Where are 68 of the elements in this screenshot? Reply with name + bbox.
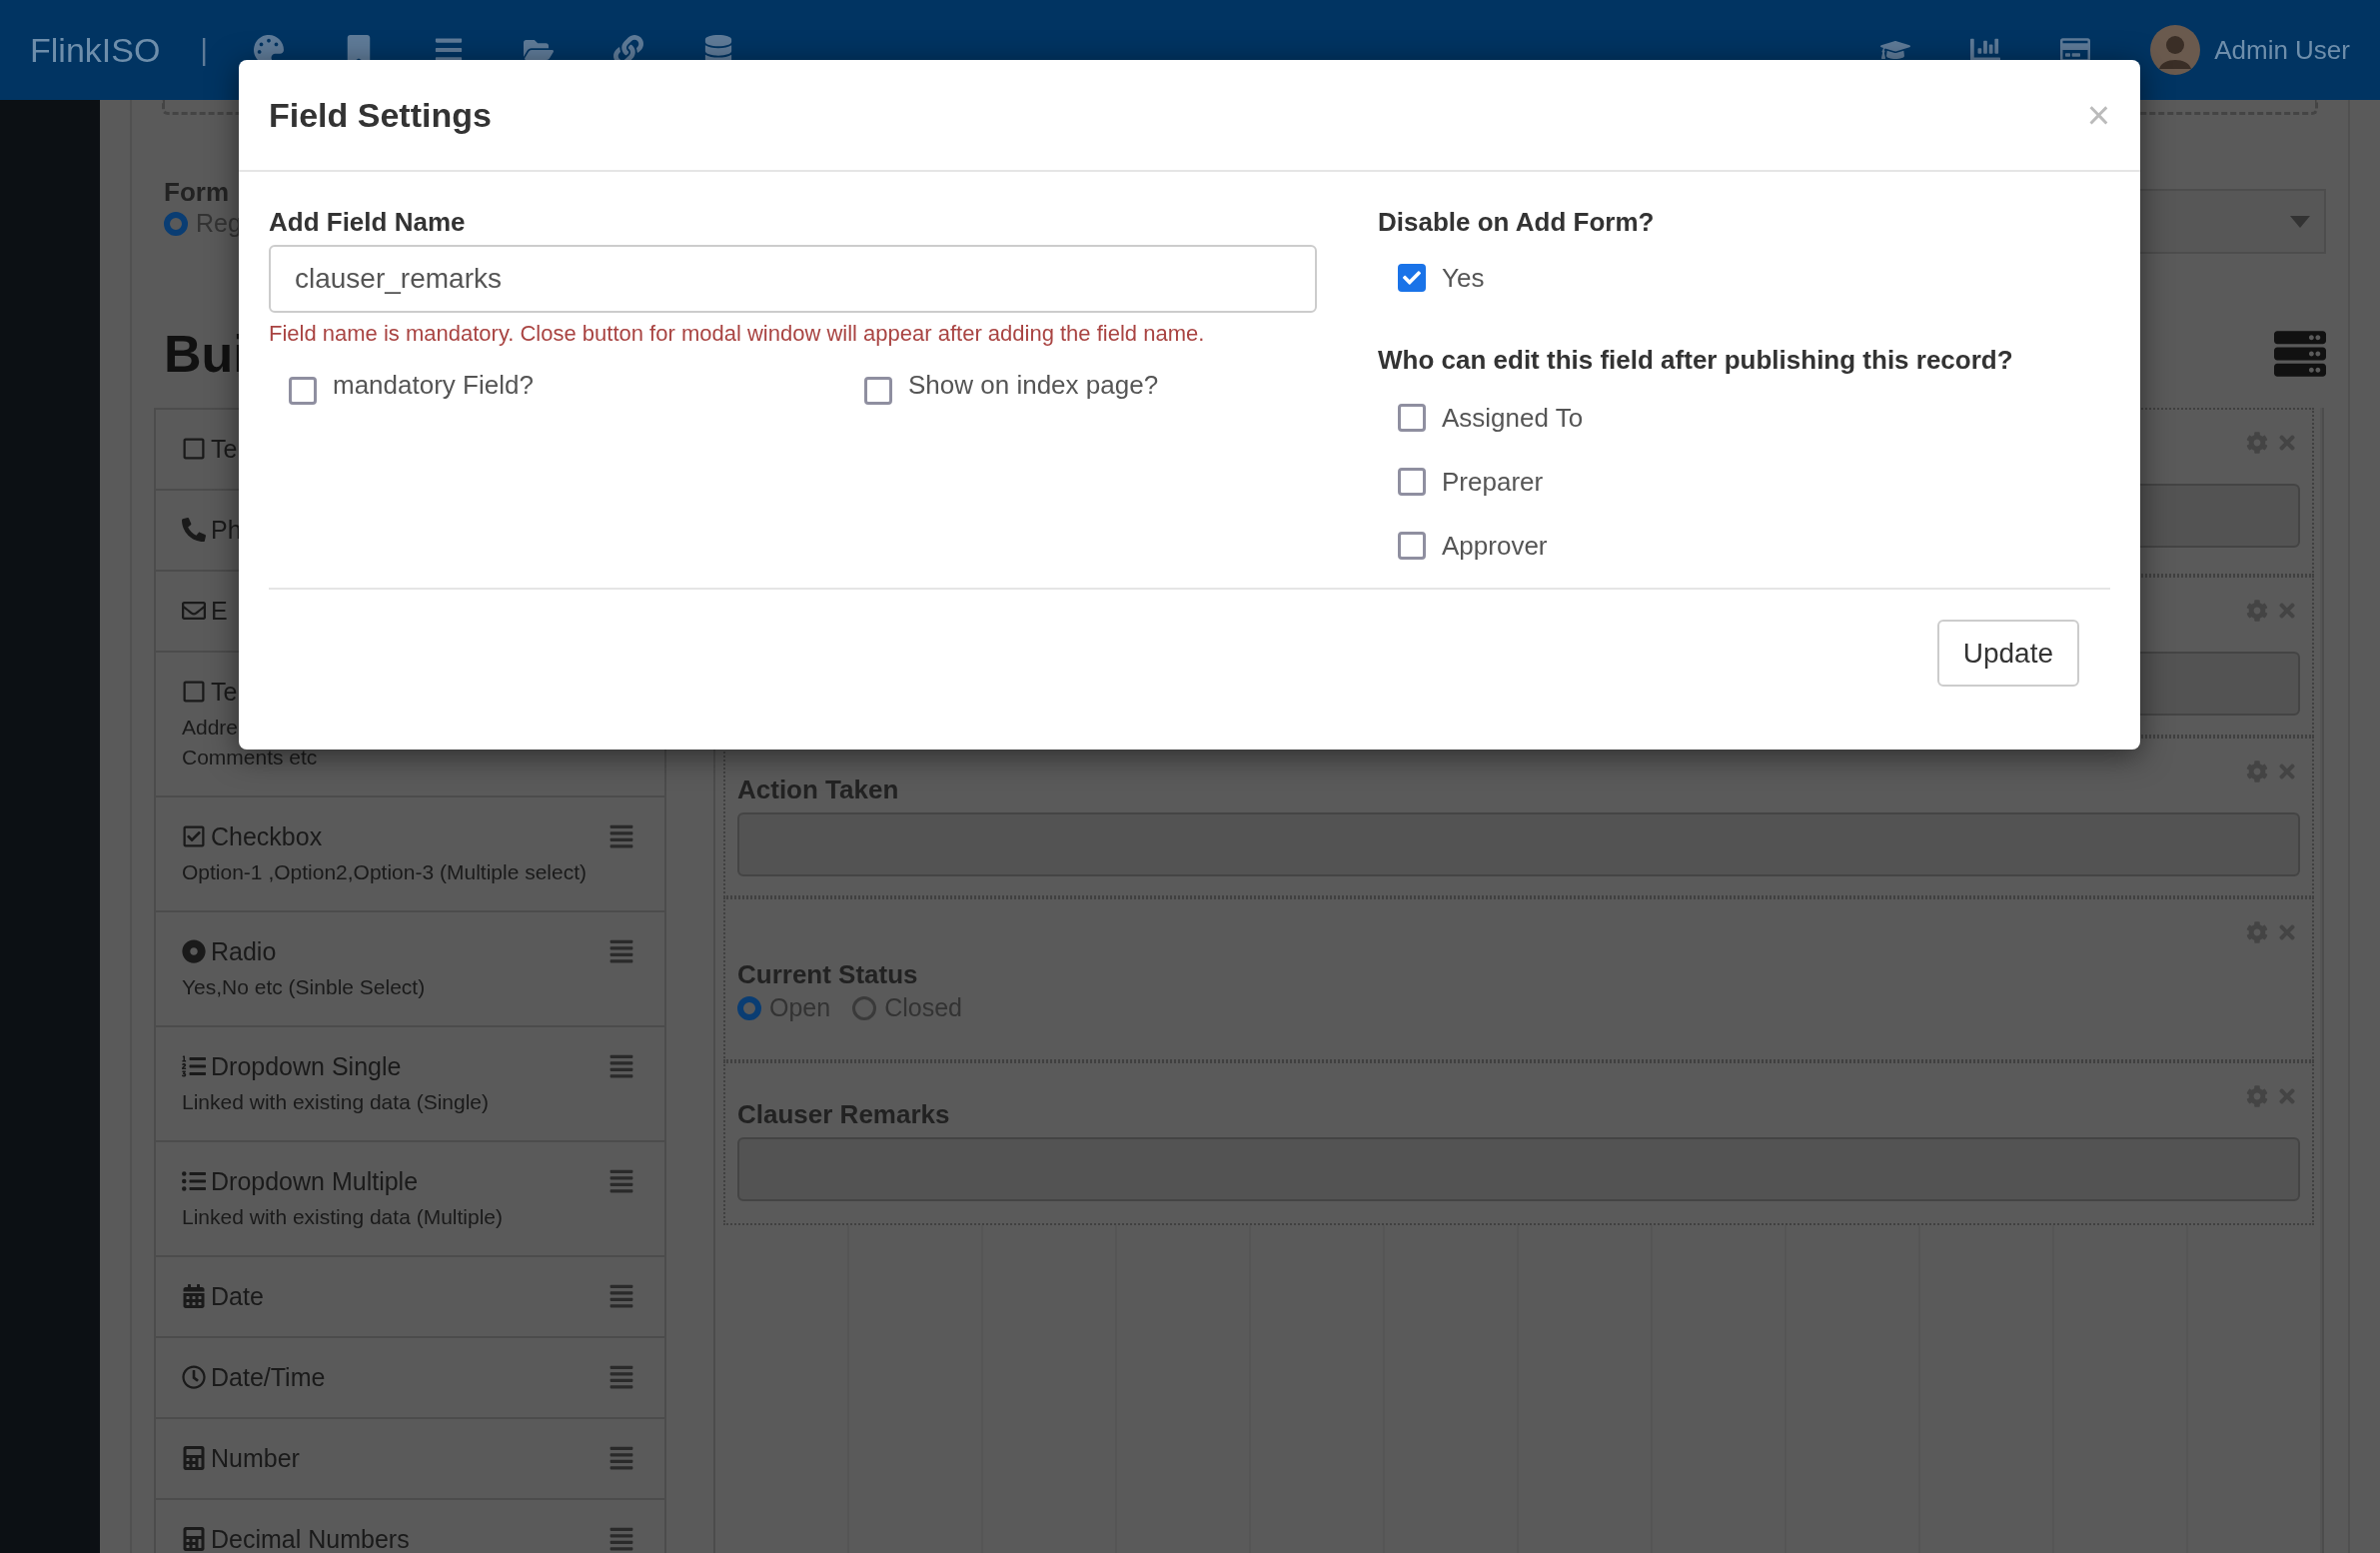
radio-button[interactable] — [852, 995, 877, 1020]
drag-handle-icon[interactable] — [608, 1168, 634, 1194]
drag-handle-icon[interactable] — [608, 1364, 634, 1390]
item-title: Decimal Numbers — [211, 1524, 410, 1553]
item-description: Option-1 ,Option2,Option-3 (Multiple select) — [182, 859, 589, 885]
checkbox-icon — [182, 824, 206, 848]
item-title: Date — [211, 1281, 264, 1311]
item-title: Te — [211, 677, 238, 707]
item-title: Radio — [211, 936, 277, 966]
checkbox[interactable] — [1398, 468, 1426, 496]
modal-title: Field Settings — [269, 95, 492, 135]
error-message: Field name is mandatory. Close button for modal window will appear after adding the field name. — [269, 321, 1206, 347]
drag-handle-icon[interactable] — [608, 823, 634, 849]
bullet-list-icon — [182, 1169, 206, 1193]
input-field[interactable]: clauser_remarks — [269, 245, 1317, 313]
drag-handle-icon[interactable] — [608, 938, 634, 964]
field-label: Who can edit this field after publishing this record? — [1378, 344, 2014, 377]
checkbox-label: Preparer — [1442, 466, 1544, 499]
item-title: Te — [211, 434, 238, 464]
item-title: Number — [211, 1443, 300, 1473]
checkbox[interactable] — [1398, 264, 1426, 292]
update-button[interactable]: Update — [1936, 620, 2079, 687]
numbered-list-icon — [182, 1054, 206, 1078]
checkbox[interactable] — [864, 377, 892, 405]
field-label: Disable on Add Form? — [1378, 206, 1656, 239]
checkbox-label: Yes — [1442, 262, 1485, 295]
envelope-icon — [182, 599, 206, 623]
field-label: Current Status — [737, 958, 919, 991]
caret-icon — [2290, 215, 2310, 228]
radio-button[interactable] — [164, 211, 188, 236]
clock-icon — [182, 1365, 206, 1389]
item-description: Addre — [182, 715, 240, 741]
checkbox[interactable] — [289, 377, 317, 405]
item-description: Linked with existing data (Multiple) — [182, 1204, 504, 1230]
item-title: Dropdown Single — [211, 1051, 402, 1081]
checkbox[interactable] — [1398, 404, 1426, 432]
close-button[interactable]: × — [2086, 95, 2110, 135]
check-icon — [1403, 269, 1421, 287]
drag-handle-icon[interactable] — [608, 1445, 634, 1471]
field-label: Action Taken — [737, 774, 900, 806]
checkbox-label: Approver — [1442, 530, 1548, 563]
field-label: Clauser Remarks — [737, 1098, 951, 1131]
item-description: Yes,No etc (Sinble Select) — [182, 974, 427, 1000]
calculator-icon — [182, 1527, 206, 1551]
drag-handle-icon[interactable] — [608, 1053, 634, 1079]
drag-handle-icon[interactable] — [608, 1283, 634, 1309]
item-description: Linked with existing data (Single) — [182, 1089, 490, 1115]
calendar-icon — [182, 1284, 206, 1308]
radio-button[interactable] — [737, 995, 761, 1020]
checkbox-label: Show on index page? — [908, 369, 1159, 402]
checkbox-label: mandatory Field? — [333, 369, 534, 402]
calculator-icon — [182, 1446, 206, 1470]
brand-logo[interactable]: FlinkISO — [30, 30, 161, 70]
checkbox[interactable] — [1398, 532, 1426, 560]
radio-icon — [182, 939, 206, 963]
item-title: E — [211, 596, 228, 626]
phone-icon — [182, 518, 206, 542]
avatar[interactable] — [2150, 25, 2201, 75]
item-title: Dropdown Multiple — [211, 1166, 419, 1196]
item-title: Date/Time — [211, 1362, 326, 1392]
separator: | — [200, 33, 209, 67]
checkbox-label: Assigned To — [1442, 402, 1584, 435]
server-icon[interactable] — [2274, 328, 2326, 380]
drag-handle-icon[interactable] — [608, 1526, 634, 1552]
field-label: Add Field Name — [269, 206, 467, 239]
user-name[interactable]: Admin User — [2214, 34, 2350, 66]
item-title: Checkbox — [211, 821, 323, 851]
form-label: Form — [164, 176, 230, 209]
